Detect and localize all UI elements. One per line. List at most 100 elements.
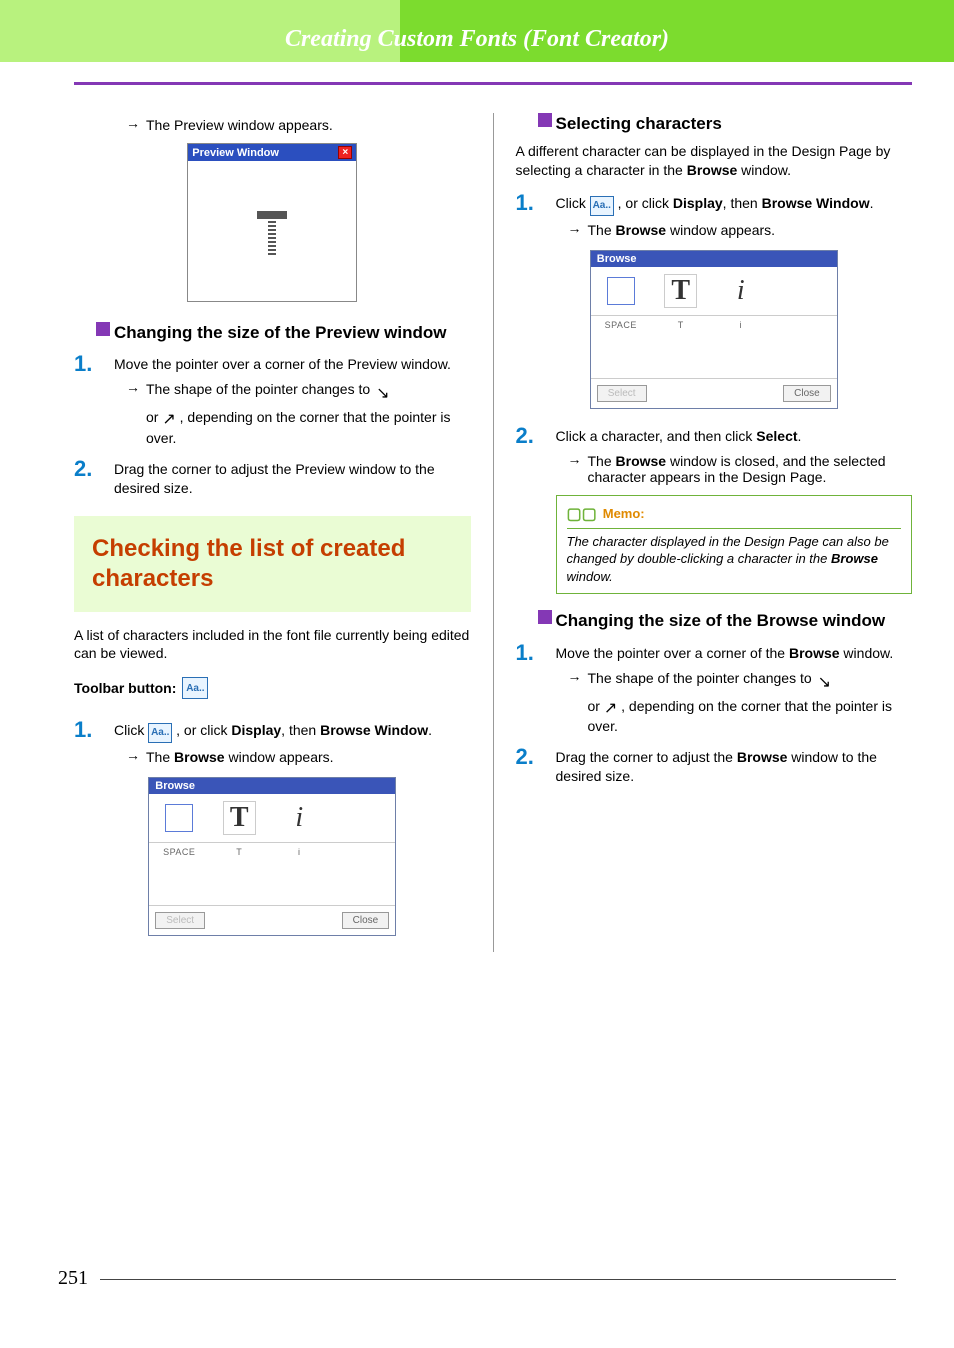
resize-ne-icon: ↗: [604, 698, 617, 720]
rbs1-b: Browse: [789, 645, 840, 661]
period: .: [870, 195, 874, 211]
rbs2-a: Drag the corner to adjust the: [556, 749, 737, 765]
preview-body: [188, 161, 356, 301]
right-step-2: 2. Click a character, and then click Sel…: [516, 425, 913, 447]
browse-footer: Select Close: [149, 905, 395, 935]
selecting-para: A different character can be displayed i…: [516, 142, 913, 180]
ba-a: The: [146, 749, 174, 765]
arrow-icon: →: [568, 222, 582, 238]
page-number: 251: [58, 1267, 88, 1290]
rbs1-a: Move the pointer over a corner of the: [556, 645, 789, 661]
r-or-depending-line: or ↗ , depending on the corner that the …: [588, 696, 913, 736]
display-bold: Display: [673, 195, 723, 211]
close-button[interactable]: Close: [783, 385, 831, 402]
aa-toolbar-icon[interactable]: Aa..: [590, 196, 614, 216]
right-column: Selecting characters A different charact…: [516, 113, 913, 952]
rs2-c: .: [798, 428, 802, 444]
resize-ne-icon: ↗: [162, 409, 175, 431]
right-b-step-1-body: Move the pointer over a corner of the Br…: [556, 642, 913, 664]
rs2-a: Click a character, and then click: [556, 428, 757, 444]
browse-cell-i[interactable]: i: [711, 267, 771, 315]
left-step-2-body: Drag the corner to adjust the Preview wi…: [114, 458, 471, 498]
r-browse-appears-line: → The Browse window appears.: [568, 222, 913, 238]
left-b-step-1: 1. Click Aa.. , or click Display, then B…: [74, 719, 471, 743]
page: Creating Custom Fonts (Font Creator) → T…: [0, 0, 954, 1348]
content-area: → The Preview window appears. Preview Wi…: [0, 62, 954, 952]
browse-cells: T i: [149, 794, 395, 843]
step-number-1: 1.: [74, 719, 100, 743]
browse-cell-space[interactable]: [591, 267, 651, 315]
ba-c: window appears.: [225, 749, 334, 765]
glyph-t-icon: [257, 211, 287, 251]
close-icon[interactable]: ×: [338, 146, 352, 159]
rsr-b: Browse: [616, 453, 667, 469]
or-text: or: [146, 409, 162, 425]
step-number-2: 2.: [516, 746, 542, 786]
browse-titlebar: Browse: [149, 778, 395, 794]
label-i: i: [269, 843, 329, 867]
left-b-step-1-body: Click Aa.. , or click Display, then Brow…: [114, 719, 471, 743]
aa-toolbar-icon[interactable]: Aa..: [148, 723, 172, 743]
close-button[interactable]: Close: [342, 912, 390, 929]
browse-cell-space[interactable]: [149, 794, 209, 842]
select-button[interactable]: Select: [155, 912, 205, 929]
square-bullet-icon: [96, 322, 110, 336]
step-number-1: 1.: [516, 192, 542, 216]
left-step-1: 1. Move the pointer over a corner of the…: [74, 353, 471, 375]
then-text: , then: [281, 722, 320, 738]
sub-change-preview: Changing the size of the Preview window: [96, 322, 471, 343]
depending-text: , depending on the corner that the point…: [588, 698, 893, 735]
select-button[interactable]: Select: [597, 385, 647, 402]
right-b-step-2-body: Drag the corner to adjust the Browse win…: [556, 746, 913, 786]
right-b-step-2: 2. Drag the corner to adjust the Browse …: [516, 746, 913, 786]
browse-window-mock-right: Browse T i SPACE T i Select Close: [590, 250, 838, 409]
click-prefix: Click: [114, 722, 144, 738]
section-heading: Checking the list of created characters: [74, 516, 471, 612]
left-column: → The Preview window appears. Preview Wi…: [74, 113, 471, 952]
period: .: [428, 722, 432, 738]
arrow-icon: →: [126, 117, 140, 133]
right-b-step-1: 1. Move the pointer over a corner of the…: [516, 642, 913, 664]
header-band: Creating Custom Fonts (Font Creator): [0, 0, 954, 62]
step-number-2: 2.: [74, 458, 100, 498]
preview-appears-line: → The Preview window appears.: [126, 117, 471, 133]
browse-cell-t[interactable]: T: [651, 267, 711, 315]
rbs2-b: Browse: [737, 749, 788, 765]
preview-titlebar: Preview Window ×: [188, 144, 356, 161]
memo-header: ▢▢ Memo:: [567, 504, 902, 529]
browse-labels: SPACE T i: [149, 843, 395, 867]
ba-b: Browse: [174, 749, 225, 765]
preview-window-mock: Preview Window ×: [187, 143, 357, 302]
browse-window-bold: Browse Window: [320, 722, 428, 738]
arrow-icon: →: [568, 670, 582, 690]
left-step-2: 2. Drag the corner to adjust the Preview…: [74, 458, 471, 498]
section-para: A list of characters included in the fon…: [74, 626, 471, 664]
browse-footer: Select Close: [591, 378, 837, 408]
label-i: i: [711, 316, 771, 340]
column-separator: [493, 113, 494, 952]
shape-change-line: → The shape of the pointer changes to ↘: [126, 381, 471, 401]
browse-appears: The Browse window appears.: [146, 749, 334, 765]
aa-toolbar-icon[interactable]: Aa..: [182, 677, 208, 699]
toolbar-label: Toolbar button:: [74, 680, 176, 696]
rba-c: window appears.: [666, 222, 775, 238]
browse-cell-i[interactable]: i: [269, 794, 329, 842]
step-number-1: 1.: [74, 353, 100, 375]
then-text: , then: [723, 195, 762, 211]
browse-window-mock-left: Browse T i SPACE T i Select Close: [148, 777, 396, 936]
sub-selecting: Selecting characters: [538, 113, 913, 134]
browse-cell-t[interactable]: T: [209, 794, 269, 842]
label-t: T: [651, 316, 711, 340]
arrow-icon: →: [126, 749, 140, 765]
browse-labels: SPACE T i: [591, 316, 837, 340]
square-bullet-icon: [538, 610, 552, 624]
label-t: T: [209, 843, 269, 867]
r-step2-result-line: → The Browse window is closed, and the s…: [568, 453, 913, 485]
browse-appears-line: → The Browse window appears.: [126, 749, 471, 765]
right-step-1-body: Click Aa.. , or click Display, then Brow…: [556, 192, 913, 216]
sub-change-preview-text: Changing the size of the Preview window: [114, 322, 471, 343]
rs2-b: Select: [756, 428, 797, 444]
memo-c: window.: [567, 569, 613, 584]
or-click: , or click: [176, 722, 231, 738]
depending-text: , depending on the corner that the point…: [146, 409, 451, 446]
